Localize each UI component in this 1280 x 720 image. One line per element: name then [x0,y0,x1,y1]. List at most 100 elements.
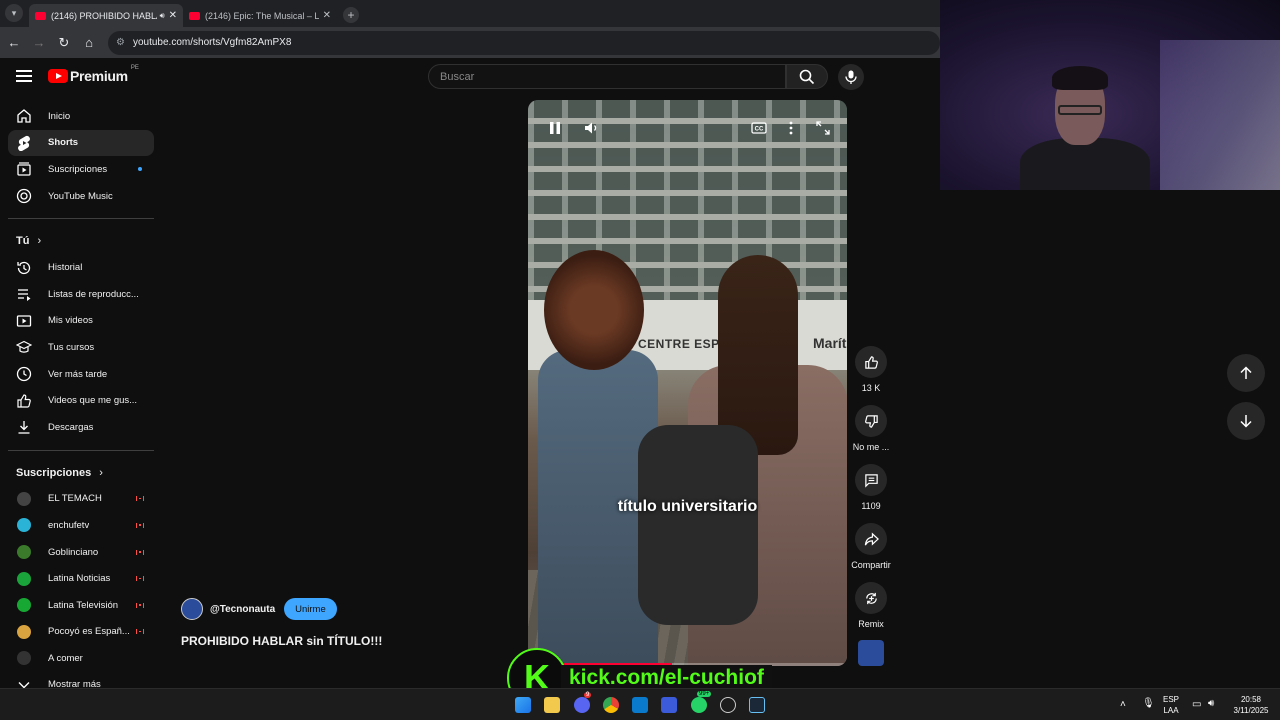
more-options-icon[interactable] [781,118,801,138]
sidebar-item-youtube-music[interactable]: YouTube Music [8,183,154,210]
sidebar-section-you[interactable]: Tú › [8,228,154,254]
whatsapp-icon[interactable]: 99+ [691,691,712,713]
webcam-overlay [940,0,1280,190]
voice-search-button[interactable] [838,64,864,90]
thumbs-up-icon [864,355,878,369]
app-icon[interactable] [661,697,677,713]
comments-action[interactable]: 1109 [849,464,893,511]
youtube-premium-logo[interactable]: Premium PE [48,65,139,84]
channel-avatar[interactable] [181,598,203,620]
language-code: ESP [1163,695,1180,704]
chevron-right-icon: › [99,466,103,479]
dislike-action[interactable]: No me ... [849,405,893,452]
sidebar-item-shorts[interactable]: Shorts [8,129,154,157]
sidebar-item-historial[interactable]: Historial [8,254,154,281]
reload-icon[interactable]: ↻ [53,32,75,54]
share-label: Compartir [851,560,891,570]
comment-icon [864,473,878,488]
close-tab-icon[interactable]: ✕ [323,10,331,21]
sidebar-sub-a-comer[interactable]: A comer [8,645,154,672]
comments-button[interactable] [855,464,887,496]
join-button[interactable]: Unirme [284,598,337,620]
youtube-favicon-icon [189,11,200,20]
next-short-button[interactable] [1227,402,1265,440]
browser-toolbar: ← → ↻ ⌂ ⚙ youtube.com/shorts/Vgfm82AmPX8 [0,27,940,58]
logo-text: Premium [70,68,128,84]
share-button[interactable] [855,523,887,555]
sidebar-sub-enchufetv[interactable]: enchufetv [8,512,154,539]
dislike-button[interactable] [855,405,887,437]
pause-icon[interactable] [545,118,565,138]
steam-icon[interactable] [749,697,765,713]
sidebar-item-playlists[interactable]: Listas de reproducc... [8,281,154,308]
url-text: youtube.com/shorts/Vgfm82AmPX8 [132,37,292,48]
captions-icon[interactable]: CC [749,118,769,138]
volume-icon[interactable] [582,118,602,138]
vscode-icon[interactable] [632,697,648,713]
sidebar-item-mis-videos[interactable]: Mis videos [8,308,154,335]
sidebar-item-inicio[interactable]: Inicio [8,103,154,130]
previous-short-button[interactable] [1227,354,1265,392]
tray-chevron-up-icon[interactable]: ˄ [1120,699,1126,710]
video-caption: título universitario [617,498,758,515]
remix-label: Remix [858,619,884,629]
sidebar-item-descargas[interactable]: Descargas [8,414,154,441]
obs-icon[interactable] [720,697,736,713]
sidebar-item-suscripciones[interactable]: Suscripciones [8,156,154,183]
home-icon [16,108,32,124]
sidebar-item-videos-que-me-gustan[interactable]: Videos que me gus... [8,387,154,414]
search-button[interactable] [786,64,828,89]
sidebar-item-ver-mas-tarde[interactable]: Ver más tarde [8,361,154,388]
volume-tray-icon[interactable]: 🔊︎ [1208,698,1214,709]
home-icon[interactable]: ⌂ [78,32,100,54]
clock[interactable]: 20:58 3/11/2025 [1228,694,1274,716]
search-icon [799,69,815,84]
new-tab-button[interactable]: + [343,7,359,23]
clock-time: 20:58 [1240,695,1262,704]
shorts-video-player[interactable]: CENTRE ESPORTIU Marít CC título universi… [528,100,847,666]
sidebar-sub-pocoyo[interactable]: Pocoyó es Españ... [8,619,154,646]
channel-thumbnail[interactable] [858,640,884,666]
share-action[interactable]: Compartir [849,523,893,570]
tray-mic-icon[interactable]: 🎙︎ [1142,698,1155,709]
sidebar-item-tus-cursos[interactable]: Tus cursos [8,334,154,361]
browser-tab[interactable]: (2146) Epic: The Musical – La Ex ✕ [183,4,337,27]
address-bar[interactable]: ⚙ youtube.com/shorts/Vgfm82AmPX8 [108,30,940,55]
thumbs-down-icon [864,414,878,428]
video-person-left-hair [544,250,644,370]
new-content-dot [138,167,142,172]
network-icon[interactable]: ▭ [1192,699,1201,710]
sidebar-sub-goblinciano[interactable]: Goblinciano [8,539,154,566]
like-button[interactable] [855,346,887,378]
speaker-icon[interactable]: 🔊︎ [160,11,165,21]
back-icon[interactable]: ← [3,32,25,54]
file-explorer-icon[interactable] [544,697,560,713]
section-title: Suscripciones [16,466,92,479]
sidebar-section-subscriptions[interactable]: Suscripciones › [8,460,154,486]
search-input[interactable]: Buscar [428,64,786,89]
channel-avatar [16,517,32,533]
channel-avatar [16,491,32,507]
close-tab-icon[interactable]: ✕ [169,10,177,21]
keyboard-layout: LAA [1163,706,1179,715]
forward-icon[interactable]: → [28,32,50,54]
channel-handle[interactable]: @Tecnonauta [210,604,275,615]
remix-action[interactable]: Remix [849,582,893,629]
fullscreen-icon[interactable] [813,118,833,138]
video-title[interactable]: PROHIBIDO HABLAR sin TÍTULO!!! [181,634,382,648]
sidebar-sub-el-temach[interactable]: EL TEMACH [8,486,154,513]
sidebar-sub-latina-television[interactable]: Latina Televisión [8,592,154,619]
live-icon [136,602,144,608]
remix-button[interactable] [855,582,887,614]
like-action[interactable]: 13 K [849,346,893,393]
hamburger-menu-icon[interactable] [16,68,32,84]
discord-icon[interactable]: 9 [574,692,592,713]
sidebar-sub-latina-noticias[interactable]: Latina Noticias [8,565,154,592]
sidebar-item-label: Goblinciano [48,546,99,558]
tab-search-button[interactable]: ▾ [5,4,23,22]
input-language[interactable]: ESP LAA [1163,694,1179,716]
chrome-icon[interactable] [603,697,619,713]
browser-tab-active[interactable]: (2146) PROHIBIDO HABLAR sin TÍTULO!!! 🔊︎… [29,4,183,27]
site-info-icon[interactable]: ⚙ [116,37,125,48]
windows-start-icon[interactable] [515,697,531,713]
